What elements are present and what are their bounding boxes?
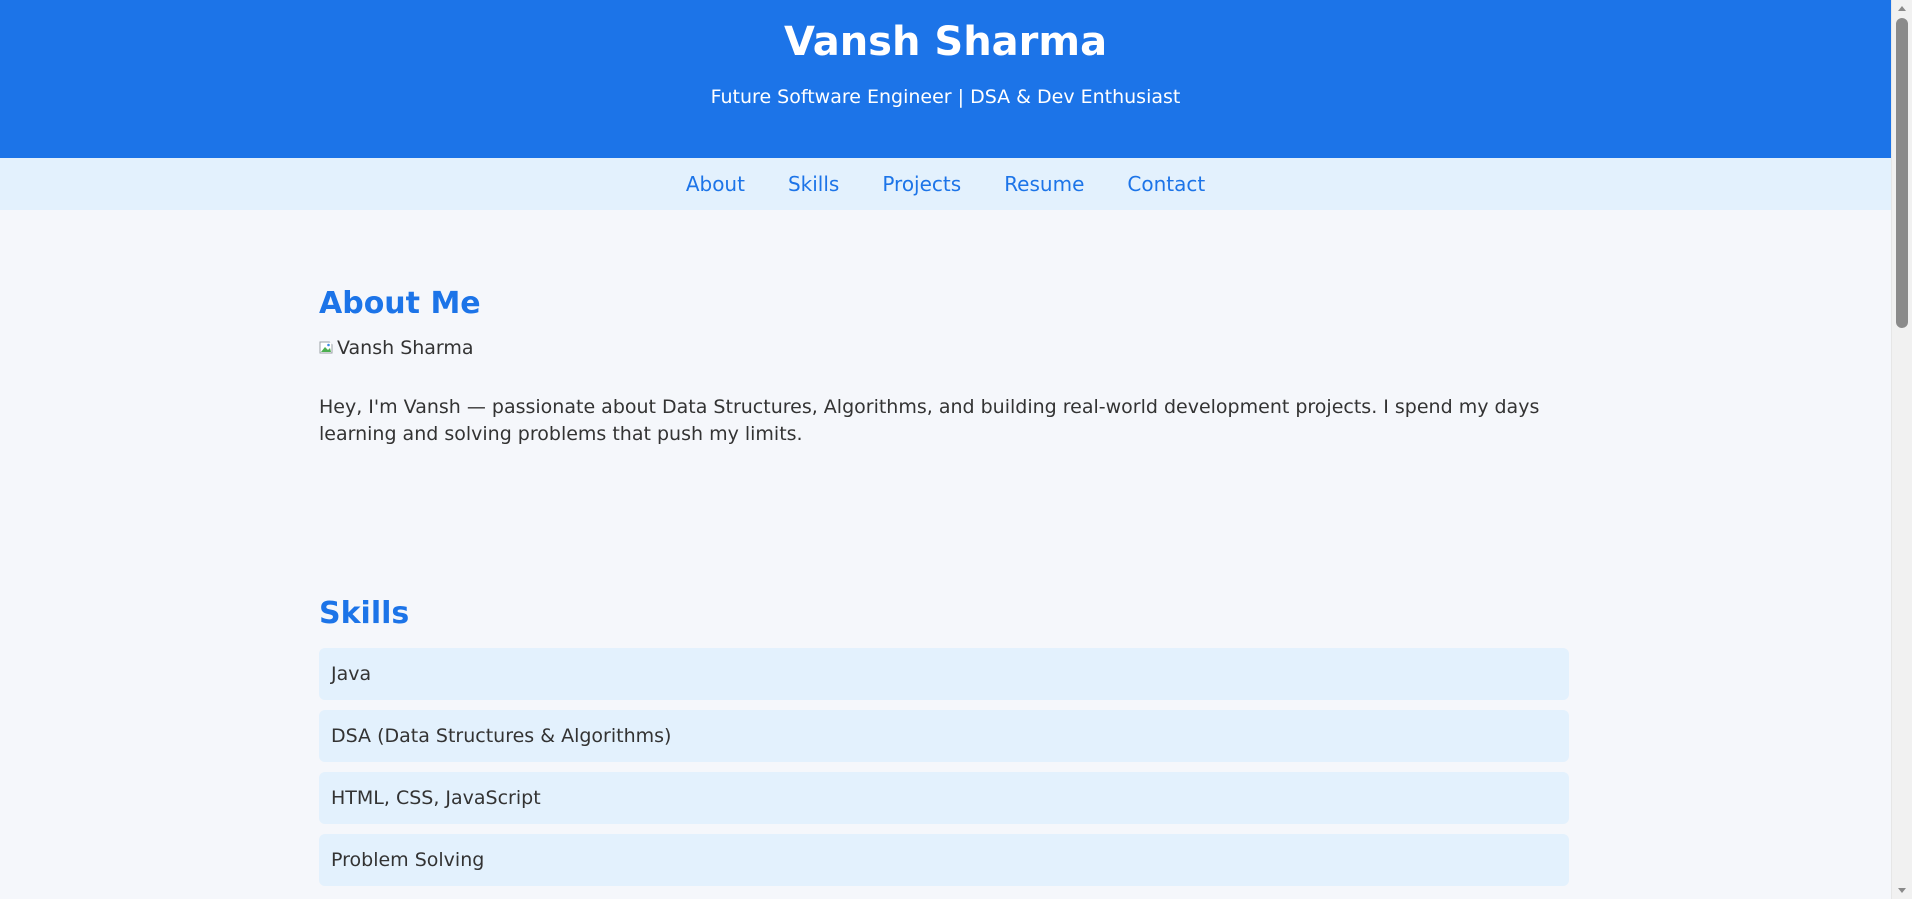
about-title: About Me: [319, 286, 481, 321]
profile-photo: Vansh Sharma: [319, 334, 1569, 362]
nav-link-resume[interactable]: Resume: [1004, 172, 1084, 196]
page-title: Vansh Sharma: [783, 19, 1108, 65]
nav-link-skills[interactable]: Skills: [788, 172, 839, 196]
hero-tagline: Future Software Engineer | DSA & Dev Ent…: [710, 86, 1181, 108]
page-content: Vansh Sharma Future Software Engineer | …: [0, 0, 1891, 899]
scrollbar-thumb[interactable]: [1896, 18, 1908, 328]
nav-link-contact[interactable]: Contact: [1127, 172, 1205, 196]
hero-header: Vansh Sharma Future Software Engineer | …: [0, 0, 1891, 158]
skill-item: HTML, CSS, JavaScript: [319, 772, 1569, 824]
scroll-down-arrow-icon[interactable]: [1898, 888, 1906, 893]
skills-title: Skills: [319, 596, 410, 631]
about-section: About Me Vansh Sharma Hey, I'm Vansh — p…: [319, 286, 1569, 448]
vertical-scrollbar[interactable]: [1891, 0, 1912, 899]
scroll-up-arrow-icon[interactable]: [1898, 6, 1906, 11]
main-nav: About Skills Projects Resume Contact: [0, 158, 1891, 210]
profile-photo-alt-text: Vansh Sharma: [337, 337, 474, 359]
skill-item: Problem Solving: [319, 834, 1569, 886]
skill-item: Java: [319, 648, 1569, 700]
portfolio-page: Vansh Sharma Future Software Engineer | …: [0, 0, 1912, 899]
nav-link-about[interactable]: About: [686, 172, 745, 196]
skills-section: Skills Java DSA (Data Structures & Algor…: [319, 596, 1569, 886]
skills-list: Java DSA (Data Structures & Algorithms) …: [319, 648, 1569, 886]
nav-link-projects[interactable]: Projects: [882, 172, 961, 196]
skill-item: DSA (Data Structures & Algorithms): [319, 710, 1569, 762]
main-content: About Me Vansh Sharma Hey, I'm Vansh — p…: [319, 210, 1569, 886]
about-text: Hey, I'm Vansh — passionate about Data S…: [319, 396, 1540, 445]
broken-image-icon: [319, 340, 335, 356]
